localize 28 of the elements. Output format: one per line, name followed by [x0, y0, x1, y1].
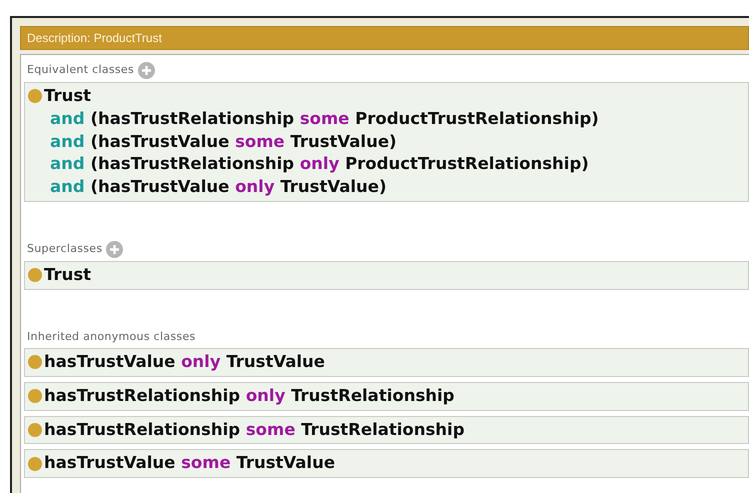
class-icon [28, 456, 42, 471]
class-expression-row[interactable]: Trust and (hasTrustRelationship some ProductTrustRelationship) and (hasTrustValue some TrustValue) and (hasTrustRelationship only ProductTrustRelationship) and (hasTrustValue only TrustValue) [24, 82, 749, 202]
expression-text: and (hasTrustRelationship only ProductTrustRelationship) [50, 153, 589, 176]
expression-text: hasTrustRelationship some TrustRelationship [44, 418, 465, 441]
expression-text: and (hasTrustRelationship some ProductTrustRelationship) [50, 108, 599, 130]
add-icon[interactable] [106, 240, 124, 258]
class-expression-row[interactable]: hasTrustRelationship only TrustRelationship [24, 382, 749, 411]
class-expression-row[interactable]: Trust [24, 260, 749, 290]
class-expression-row[interactable]: hasTrustValue some TrustValue [24, 449, 749, 478]
expression-text: hasTrustRelationship only TrustRelationship [44, 384, 454, 407]
expression-text: Trust [44, 85, 92, 107]
section-heading: Superclasses [27, 241, 102, 258]
class-icon [28, 389, 42, 404]
section-heading: Inherited anonymous classes [27, 328, 196, 345]
expression-text: and (hasTrustValue some TrustValue) [50, 130, 397, 153]
class-icon [28, 89, 42, 104]
class-icon [28, 355, 42, 370]
section-heading: Equivalent classes [27, 62, 134, 78]
add-icon[interactable] [138, 62, 156, 79]
expression-text: hasTrustValue only TrustValue [44, 351, 325, 374]
panel-title: Description: ProductTrust [20, 26, 749, 50]
class-expression-row[interactable]: hasTrustValue only TrustValue [24, 348, 749, 377]
expression-text: hasTrustValue some TrustValue [44, 452, 336, 474]
class-icon [28, 268, 42, 282]
class-icon [28, 423, 42, 437]
class-expression-row[interactable]: hasTrustRelationship some TrustRelationship [24, 416, 749, 444]
expression-text: Trust [44, 264, 92, 286]
expression-text: and (hasTrustValue only TrustValue) [50, 176, 386, 198]
